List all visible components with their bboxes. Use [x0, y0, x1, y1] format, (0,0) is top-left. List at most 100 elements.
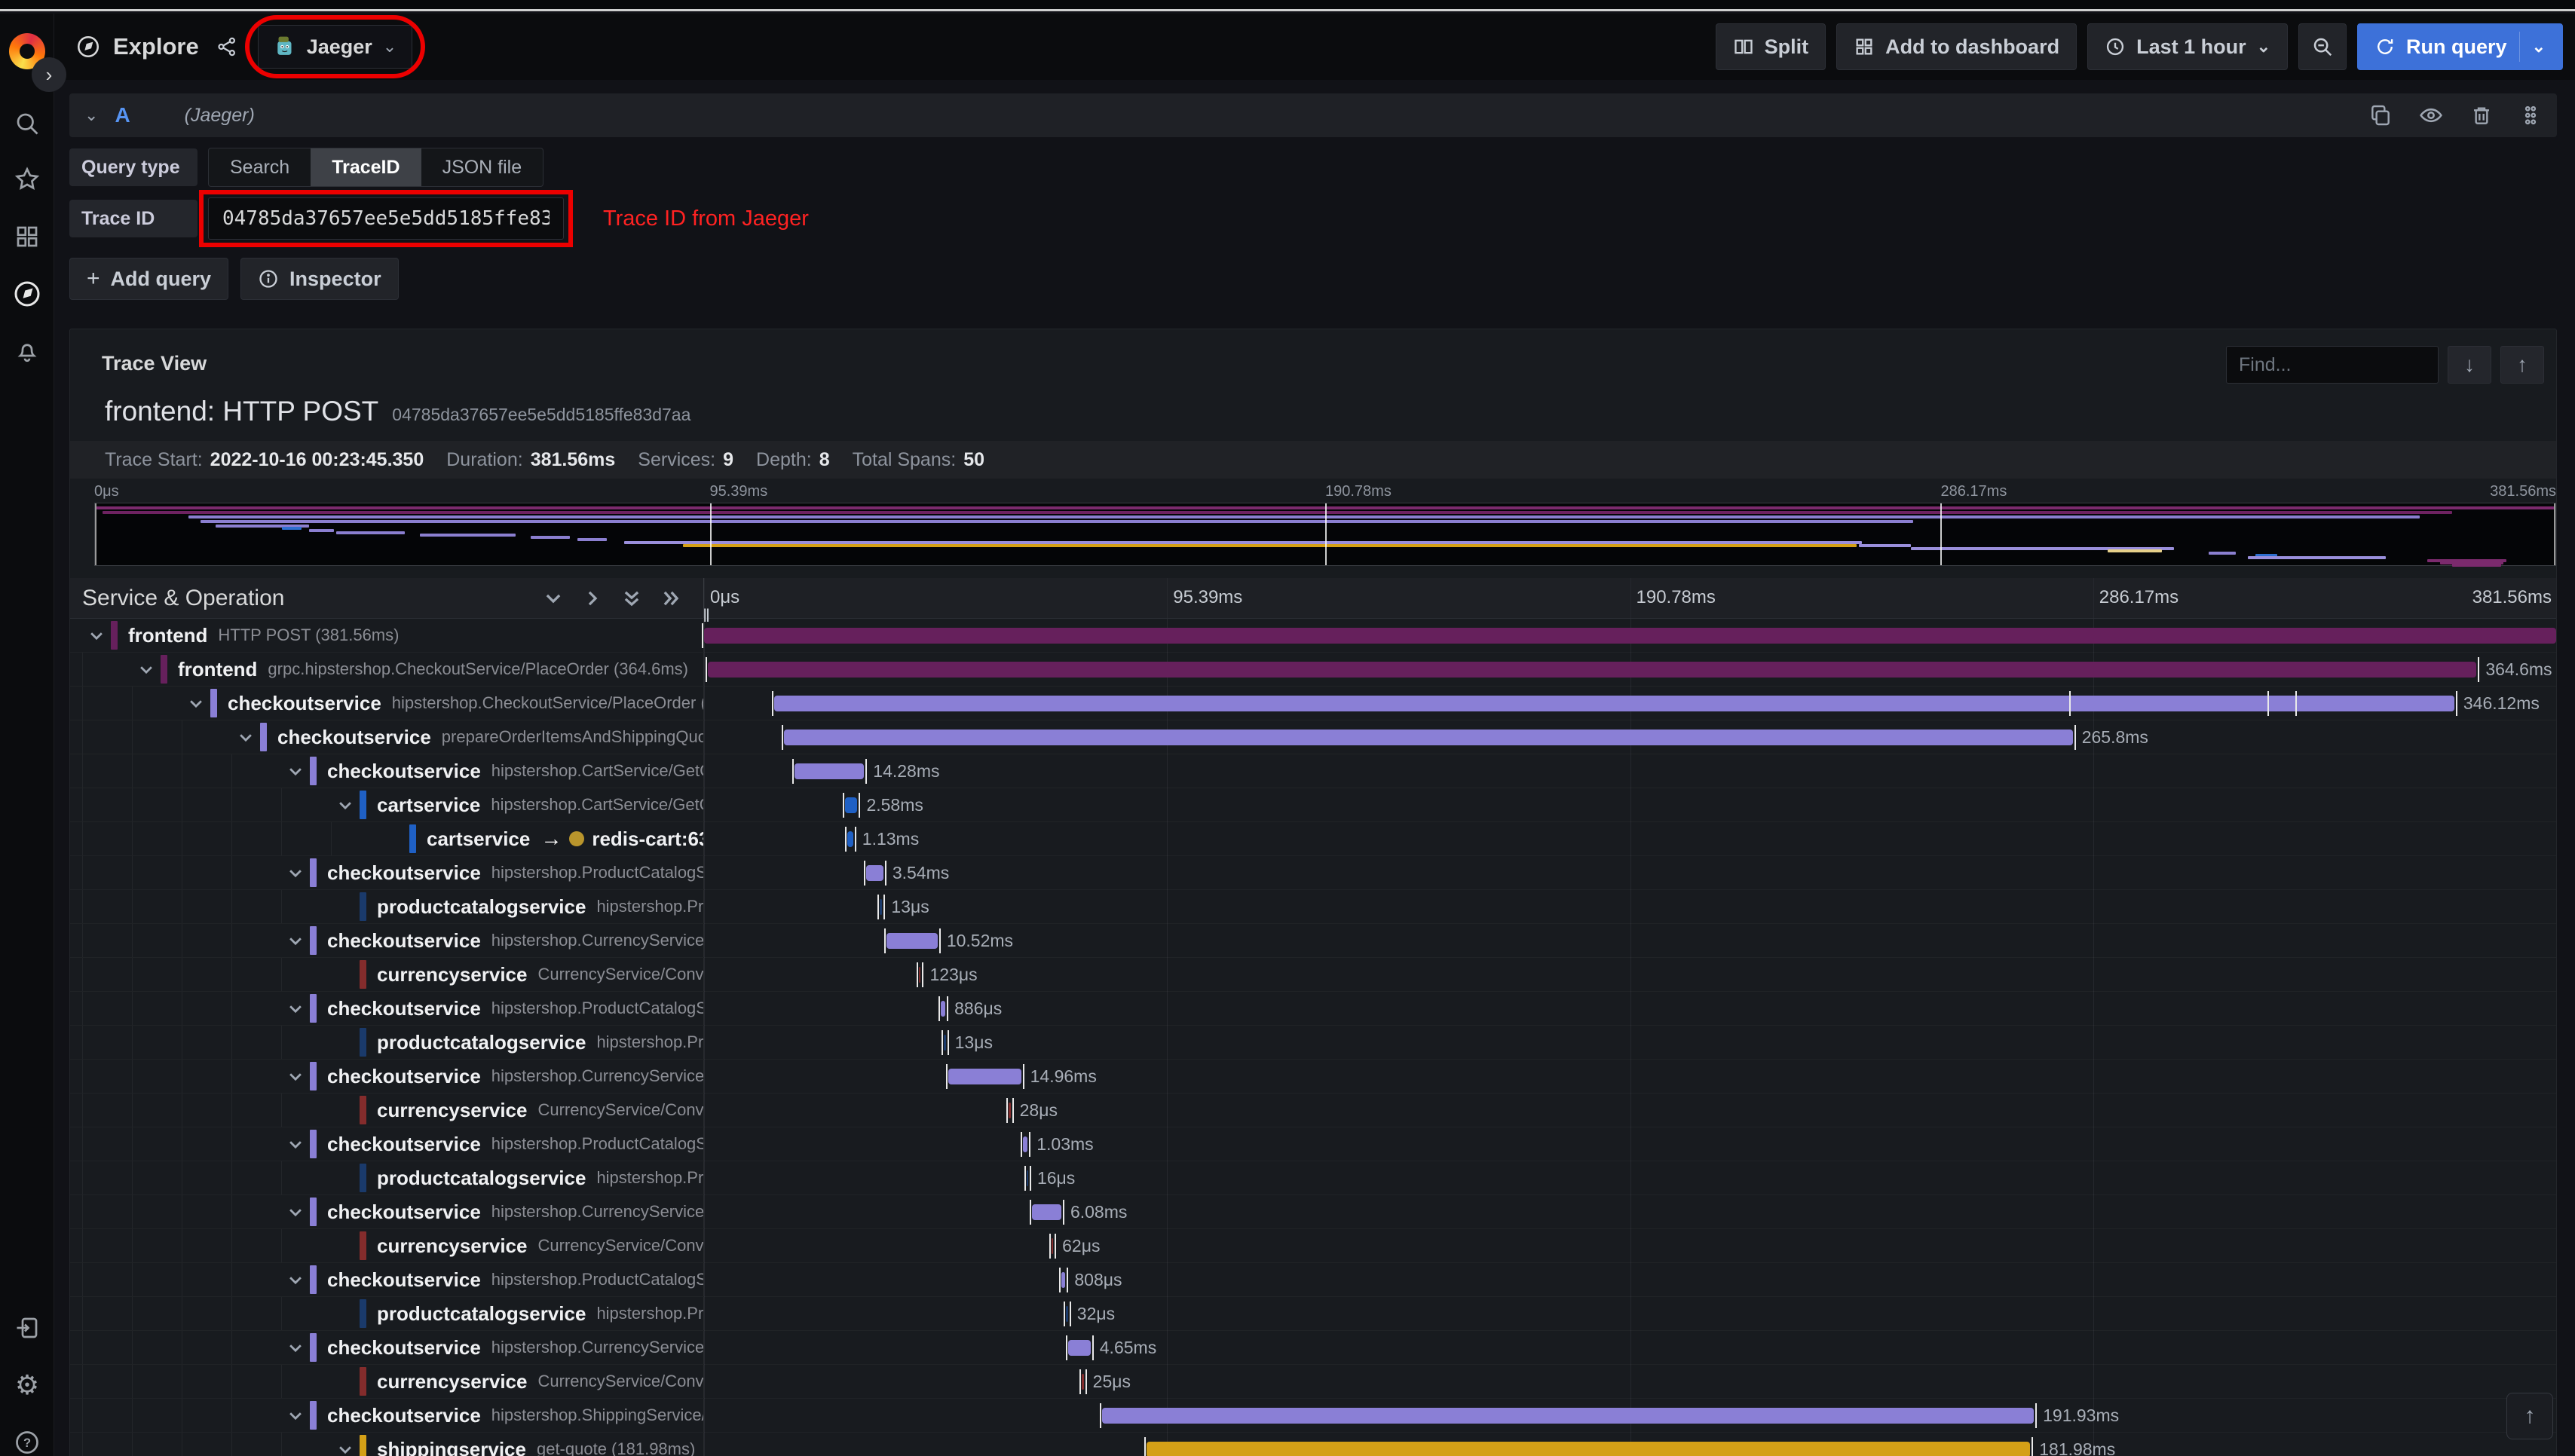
span-duration-bar[interactable]: [941, 1001, 946, 1017]
span-duration-bar[interactable]: [1147, 1442, 2031, 1456]
row-chevron-icon[interactable]: [281, 932, 310, 949]
row-chevron-icon[interactable]: [281, 1204, 310, 1220]
alerting-icon[interactable]: [0, 338, 54, 365]
span-duration-bar[interactable]: [1102, 1408, 2035, 1424]
span-row[interactable]: checkoutservice hipstershop.CurrencyServi…: [70, 1331, 2556, 1365]
delete-query-trash-icon[interactable]: [2469, 103, 2494, 127]
span-row[interactable]: cartservice→redis-cart:6379HGET (1.13ms)…: [70, 822, 2556, 856]
span-duration-bar[interactable]: [774, 696, 2454, 711]
row-chevron-icon[interactable]: [281, 1136, 310, 1152]
row-chevron-icon[interactable]: [82, 627, 111, 644]
span-timeline-cell[interactable]: 14.96ms: [704, 1060, 2556, 1093]
duplicate-query-icon[interactable]: [2368, 103, 2393, 127]
time-range-picker[interactable]: Last 1 hour ⌄: [2087, 23, 2289, 70]
row-chevron-icon[interactable]: [281, 1339, 310, 1356]
span-name-cell[interactable]: checkoutservice hipstershop.CurrencyServi…: [70, 1195, 704, 1228]
span-name-cell[interactable]: currencyservice CurrencyService/Convert (…: [70, 1229, 704, 1262]
span-duration-bar[interactable]: [1026, 1170, 1028, 1186]
dashboards-icon[interactable]: [0, 223, 54, 250]
span-row[interactable]: checkoutservice hipstershop.CurrencyServi…: [70, 1060, 2556, 1094]
row-chevron-icon[interactable]: [281, 1407, 310, 1424]
span-timeline-cell[interactable]: 10.52ms: [704, 924, 2556, 957]
row-chevron-icon[interactable]: [132, 661, 161, 678]
find-prev-button[interactable]: ↑: [2500, 346, 2544, 384]
span-name-cell[interactable]: shippingservice get-quote (181.98ms): [70, 1433, 704, 1456]
span-timeline-cell[interactable]: 16μs: [704, 1161, 2556, 1194]
collapse-one-icon[interactable]: [543, 589, 563, 608]
span-row[interactable]: currencyservice CurrencyService/Convert (…: [70, 1094, 2556, 1127]
span-timeline-cell[interactable]: 808μs: [704, 1263, 2556, 1296]
span-timeline-cell[interactable]: 14.28ms: [704, 754, 2556, 788]
span-duration-bar[interactable]: [944, 1035, 946, 1051]
span-duration-bar[interactable]: [1022, 1136, 1028, 1152]
span-name-cell[interactable]: checkoutservice hipstershop.ShippingServi…: [70, 1399, 704, 1432]
row-chevron-icon[interactable]: [281, 864, 310, 881]
span-duration-bar[interactable]: [865, 865, 883, 881]
span-row[interactable]: checkoutservice hipstershop.CurrencyServi…: [70, 924, 2556, 958]
span-name-cell[interactable]: currencyservice CurrencyService/Convert (…: [70, 1094, 704, 1127]
span-timeline-cell[interactable]: [702, 619, 2556, 652]
span-name-cell[interactable]: checkoutservice hipstershop.ProductCatalo…: [70, 992, 704, 1025]
span-duration-bar[interactable]: [795, 763, 865, 779]
span-timeline-cell[interactable]: 2.58ms: [704, 788, 2556, 821]
span-timeline-cell[interactable]: 3.54ms: [704, 856, 2556, 889]
span-name-cell[interactable]: currencyservice CurrencyService/Convert (…: [70, 1365, 704, 1398]
inspector-button[interactable]: Inspector: [240, 258, 399, 300]
span-row[interactable]: checkoutservice hipstershop.CheckoutServi…: [70, 687, 2556, 720]
span-row[interactable]: checkoutservice hipstershop.CartService/G…: [70, 754, 2556, 788]
span-name-cell[interactable]: checkoutservice prepareOrderItemsAndShipp…: [70, 720, 704, 754]
span-row[interactable]: currencyservice CurrencyService/Convert (…: [70, 1365, 2556, 1399]
span-timeline-cell[interactable]: 265.8ms: [704, 720, 2556, 754]
span-timeline-cell[interactable]: 4.65ms: [704, 1331, 2556, 1364]
add-to-dashboard-button[interactable]: Add to dashboard: [1836, 23, 2077, 70]
span-timeline-cell[interactable]: 62μs: [704, 1229, 2556, 1262]
span-name-cell[interactable]: productcatalogservice hipstershop.Product…: [70, 1297, 704, 1330]
row-chevron-icon[interactable]: [182, 695, 210, 711]
minimap-drag-edge[interactable]: [2554, 503, 2555, 565]
sidebar-expand-button[interactable]: ›: [32, 57, 66, 92]
share-icon[interactable]: [216, 35, 238, 58]
span-duration-bar[interactable]: [880, 899, 883, 915]
expand-all-icon[interactable]: [661, 589, 681, 608]
trace-id-input[interactable]: [208, 197, 564, 240]
span-timeline-cell[interactable]: 25μs: [704, 1365, 2556, 1398]
span-timeline-cell[interactable]: 181.98ms: [704, 1433, 2556, 1456]
span-timeline-cell[interactable]: 123μs: [704, 958, 2556, 991]
span-timeline-cell[interactable]: 28μs: [704, 1094, 2556, 1127]
span-duration-bar[interactable]: [919, 967, 921, 983]
span-name-cell[interactable]: productcatalogservice hipstershop.Product…: [70, 1026, 704, 1059]
row-chevron-icon[interactable]: [281, 1000, 310, 1017]
starred-icon[interactable]: [0, 166, 54, 193]
chevron-down-icon[interactable]: ⌄: [2532, 37, 2546, 57]
column-resize-handle[interactable]: ‖: [703, 606, 710, 627]
span-row[interactable]: checkoutservice hipstershop.ProductCatalo…: [70, 856, 2556, 890]
span-row[interactable]: productcatalogservice hipstershop.Product…: [70, 1026, 2556, 1060]
span-timeline-cell[interactable]: 1.13ms: [704, 822, 2556, 855]
row-chevron-icon[interactable]: [331, 797, 360, 813]
span-row[interactable]: checkoutservice prepareOrderItemsAndShipp…: [70, 720, 2556, 754]
span-name-cell[interactable]: cartservice hipstershop.CartService/GetCa…: [70, 788, 704, 821]
span-duration-bar[interactable]: [1082, 1374, 1084, 1390]
query-row-header[interactable]: ⌄ A (Jaeger): [69, 93, 2557, 137]
span-duration-bar[interactable]: [844, 797, 858, 813]
span-name-cell[interactable]: checkoutservice hipstershop.ProductCatalo…: [70, 1127, 704, 1161]
span-duration-bar[interactable]: [886, 933, 938, 949]
row-chevron-icon[interactable]: [281, 1068, 310, 1084]
span-row[interactable]: checkoutservice hipstershop.CurrencyServi…: [70, 1195, 2556, 1229]
span-duration-bar[interactable]: [1061, 1272, 1066, 1288]
find-input[interactable]: [2226, 346, 2439, 384]
span-name-cell[interactable]: checkoutservice hipstershop.CartService/G…: [70, 754, 704, 788]
span-name-cell[interactable]: checkoutservice hipstershop.ProductCatalo…: [70, 856, 704, 889]
search-icon[interactable]: [0, 110, 54, 137]
span-name-cell[interactable]: checkoutservice hipstershop.CurrencyServi…: [70, 1060, 704, 1093]
datasource-picker[interactable]: Jaeger ⌄: [257, 25, 413, 69]
span-duration-bar[interactable]: [847, 831, 853, 847]
row-chevron-icon[interactable]: [281, 1271, 310, 1288]
span-row[interactable]: checkoutservice hipstershop.ShippingServi…: [70, 1399, 2556, 1433]
query-type-tab-search[interactable]: Search: [209, 148, 311, 186]
span-duration-bar[interactable]: [1067, 1340, 1091, 1356]
span-row[interactable]: productcatalogservice hipstershop.Product…: [70, 890, 2556, 924]
span-timeline-cell[interactable]: 1.03ms: [704, 1127, 2556, 1161]
query-type-tab-json-file[interactable]: JSON file: [421, 148, 543, 186]
expand-one-icon[interactable]: [583, 589, 602, 608]
